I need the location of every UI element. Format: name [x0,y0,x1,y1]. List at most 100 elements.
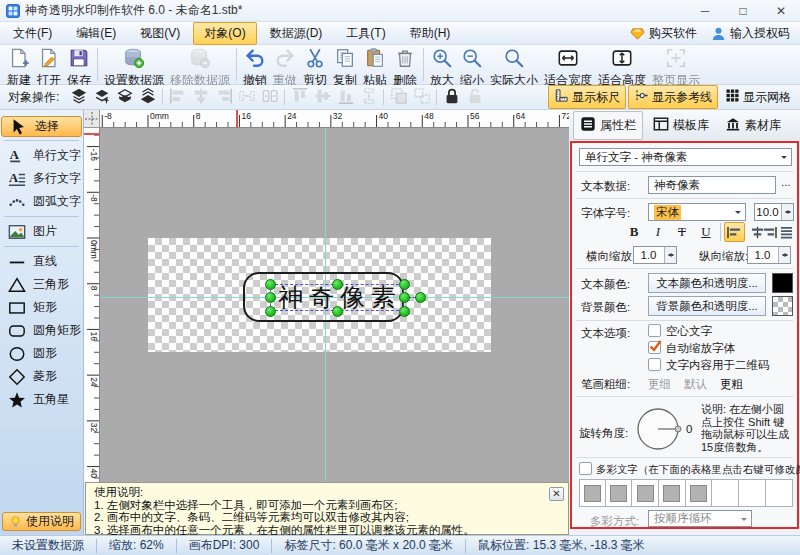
toolbar-fit-height[interactable]: 适合高度 [595,45,649,84]
objectbar-space-vertical[interactable] [358,87,379,107]
toolbar-delete[interactable]: 删除 [390,45,420,84]
objectbar-align-left[interactable] [167,87,188,107]
toolbar-paste[interactable]: 粘贴 [360,45,390,84]
strikethrough-button[interactable]: T [672,223,692,241]
underline-button[interactable]: U [696,223,716,241]
multicolor-table[interactable] [579,479,793,507]
tab-materials[interactable]: 素材库 [719,112,787,139]
italic-button[interactable]: I [648,223,668,241]
menu-view[interactable]: 视图(V) [129,22,191,45]
tool-rounded-rectangle[interactable]: 圆角矩形 [0,319,83,342]
toolbar-set-datasource[interactable]: 设置数据源 [101,45,167,84]
multicolor-cell-6[interactable] [712,479,739,507]
usage-help-button[interactable]: 使用说明 [2,512,81,531]
multicolor-cell-2[interactable] [606,479,633,507]
toolbar-save[interactable]: 保存 [64,45,94,84]
font-size-spinner[interactable]: 10.0 [754,203,794,221]
object-selector-dropdown[interactable]: 单行文字 - 神奇像素 [579,148,792,166]
menu-help[interactable]: 帮助(H) [399,22,462,45]
tool-star[interactable]: 五角星 [0,388,83,411]
checkbox-auto-scale-font[interactable] [648,341,661,354]
objectbar-same-width[interactable] [259,87,280,107]
text-data-more-button[interactable]: ... [781,176,791,188]
menu-object[interactable]: 对象(O) [193,22,256,45]
rotation-dial[interactable] [634,405,682,453]
tool-select[interactable]: 选择 [1,116,82,137]
font-family-dropdown[interactable]: 宋体 [648,203,746,221]
objectbar-align-center[interactable] [190,87,211,107]
toolbar-fit-width[interactable]: 适合宽度 [541,45,595,84]
objectbar-ungroup[interactable] [411,87,432,107]
checkbox-text-as-qrcode[interactable] [648,358,661,371]
tool-image[interactable]: 图片 [0,220,83,243]
selection-handle[interactable] [265,292,276,303]
objectbar-unlock[interactable] [464,87,485,107]
tool-multi-line-text[interactable]: A 多行文字 [0,167,83,190]
tool-arc-text[interactable]: 圆弧文字 [0,190,83,213]
selection-handle[interactable] [399,279,410,290]
selection-handle[interactable] [332,306,343,317]
rotation-handle[interactable] [415,292,426,303]
multicolor-cell-1[interactable] [579,479,606,507]
toolbar-zoom-in[interactable]: 放大 [427,45,457,84]
objectbar-layer-top[interactable] [68,87,89,107]
objectbar-align-right[interactable] [213,87,234,107]
toggle-show-grid[interactable]: 显示网格 [720,86,796,108]
objectbar-layer-down[interactable] [114,87,135,107]
stroke-thicker-link[interactable]: 更粗 [720,377,743,392]
toolbar-undo[interactable]: 撤销 [240,45,270,84]
align-left-button[interactable] [724,222,745,242]
toolbar-cut[interactable]: 剪切 [300,45,330,84]
tool-line[interactable]: 直线 [0,250,83,273]
menu-datasource[interactable]: 数据源(D) [259,22,334,45]
help-close-button[interactable]: ✕ [549,487,564,501]
selection-handle[interactable] [265,306,276,317]
tool-rectangle[interactable]: 矩形 [0,296,83,319]
tool-single-line-text[interactable]: A 单行文字 [0,144,83,167]
objectbar-space-horizontal[interactable] [236,87,257,107]
menu-tools[interactable]: 工具(T) [335,22,396,45]
multicolor-cell-8[interactable] [766,479,793,507]
justify-button[interactable] [776,222,797,242]
objectbar-lock[interactable] [441,87,462,107]
enter-license-link[interactable]: 输入授权码 [711,25,790,42]
selection-handle[interactable] [332,279,343,290]
maximize-button[interactable]: □ [724,0,762,21]
scale-v-spinner[interactable]: 1.0 [747,246,791,264]
tab-templates[interactable]: 模板库 [647,112,715,139]
tab-properties[interactable]: 属性栏 [573,111,643,140]
toolbar-new[interactable]: 新建 [4,45,34,84]
multicolor-cell-7[interactable] [739,479,766,507]
checkbox-hollow-text[interactable] [648,324,661,337]
menu-edit[interactable]: 编辑(E) [65,22,127,45]
design-canvas[interactable]: 神奇像素 [100,128,569,482]
tool-circle[interactable]: 圆形 [0,342,83,365]
scale-h-spinner[interactable]: 1.0 [633,246,677,264]
multicolor-cell-3[interactable] [632,479,659,507]
objectbar-align-top[interactable] [289,87,310,107]
text-data-input[interactable]: 神奇像素 [648,176,776,194]
objectbar-group[interactable] [388,87,409,107]
objectbar-align-middle[interactable] [312,87,333,107]
text-color-swatch[interactable] [772,273,793,293]
toolbar-remove-datasource[interactable]: 移除数据源 [167,45,233,84]
tool-diamond[interactable]: 菱形 [0,365,83,388]
selection-handle[interactable] [265,279,276,290]
minimize-button[interactable]: ─ [686,0,724,21]
selection-handle[interactable] [399,292,410,303]
text-color-button[interactable]: 文本颜色和透明度... [648,273,766,293]
objectbar-layer-bottom[interactable] [137,87,158,107]
multicolor-cell-5[interactable] [686,479,713,507]
toolbar-zoom-out[interactable]: 缩小 [457,45,487,84]
objectbar-align-bottom[interactable] [335,87,356,107]
bg-color-button[interactable]: 背景颜色和透明度... [648,296,766,316]
toolbar-actual-size[interactable]: 实际大小 [487,45,541,84]
buy-software-link[interactable]: 购买软件 [630,25,697,42]
stroke-thinner-link[interactable]: 更细 [648,377,671,392]
mc-mode-dropdown[interactable]: 按顺序循环 [648,510,752,527]
tool-triangle[interactable]: 三角形 [0,273,83,296]
menu-file[interactable]: 文件(F) [2,22,63,45]
toolbar-fit-page[interactable]: 整页显示 [649,45,703,84]
toggle-show-ruler[interactable]: 显示标尺 [548,85,626,109]
multicolor-checkbox[interactable] [579,462,592,475]
